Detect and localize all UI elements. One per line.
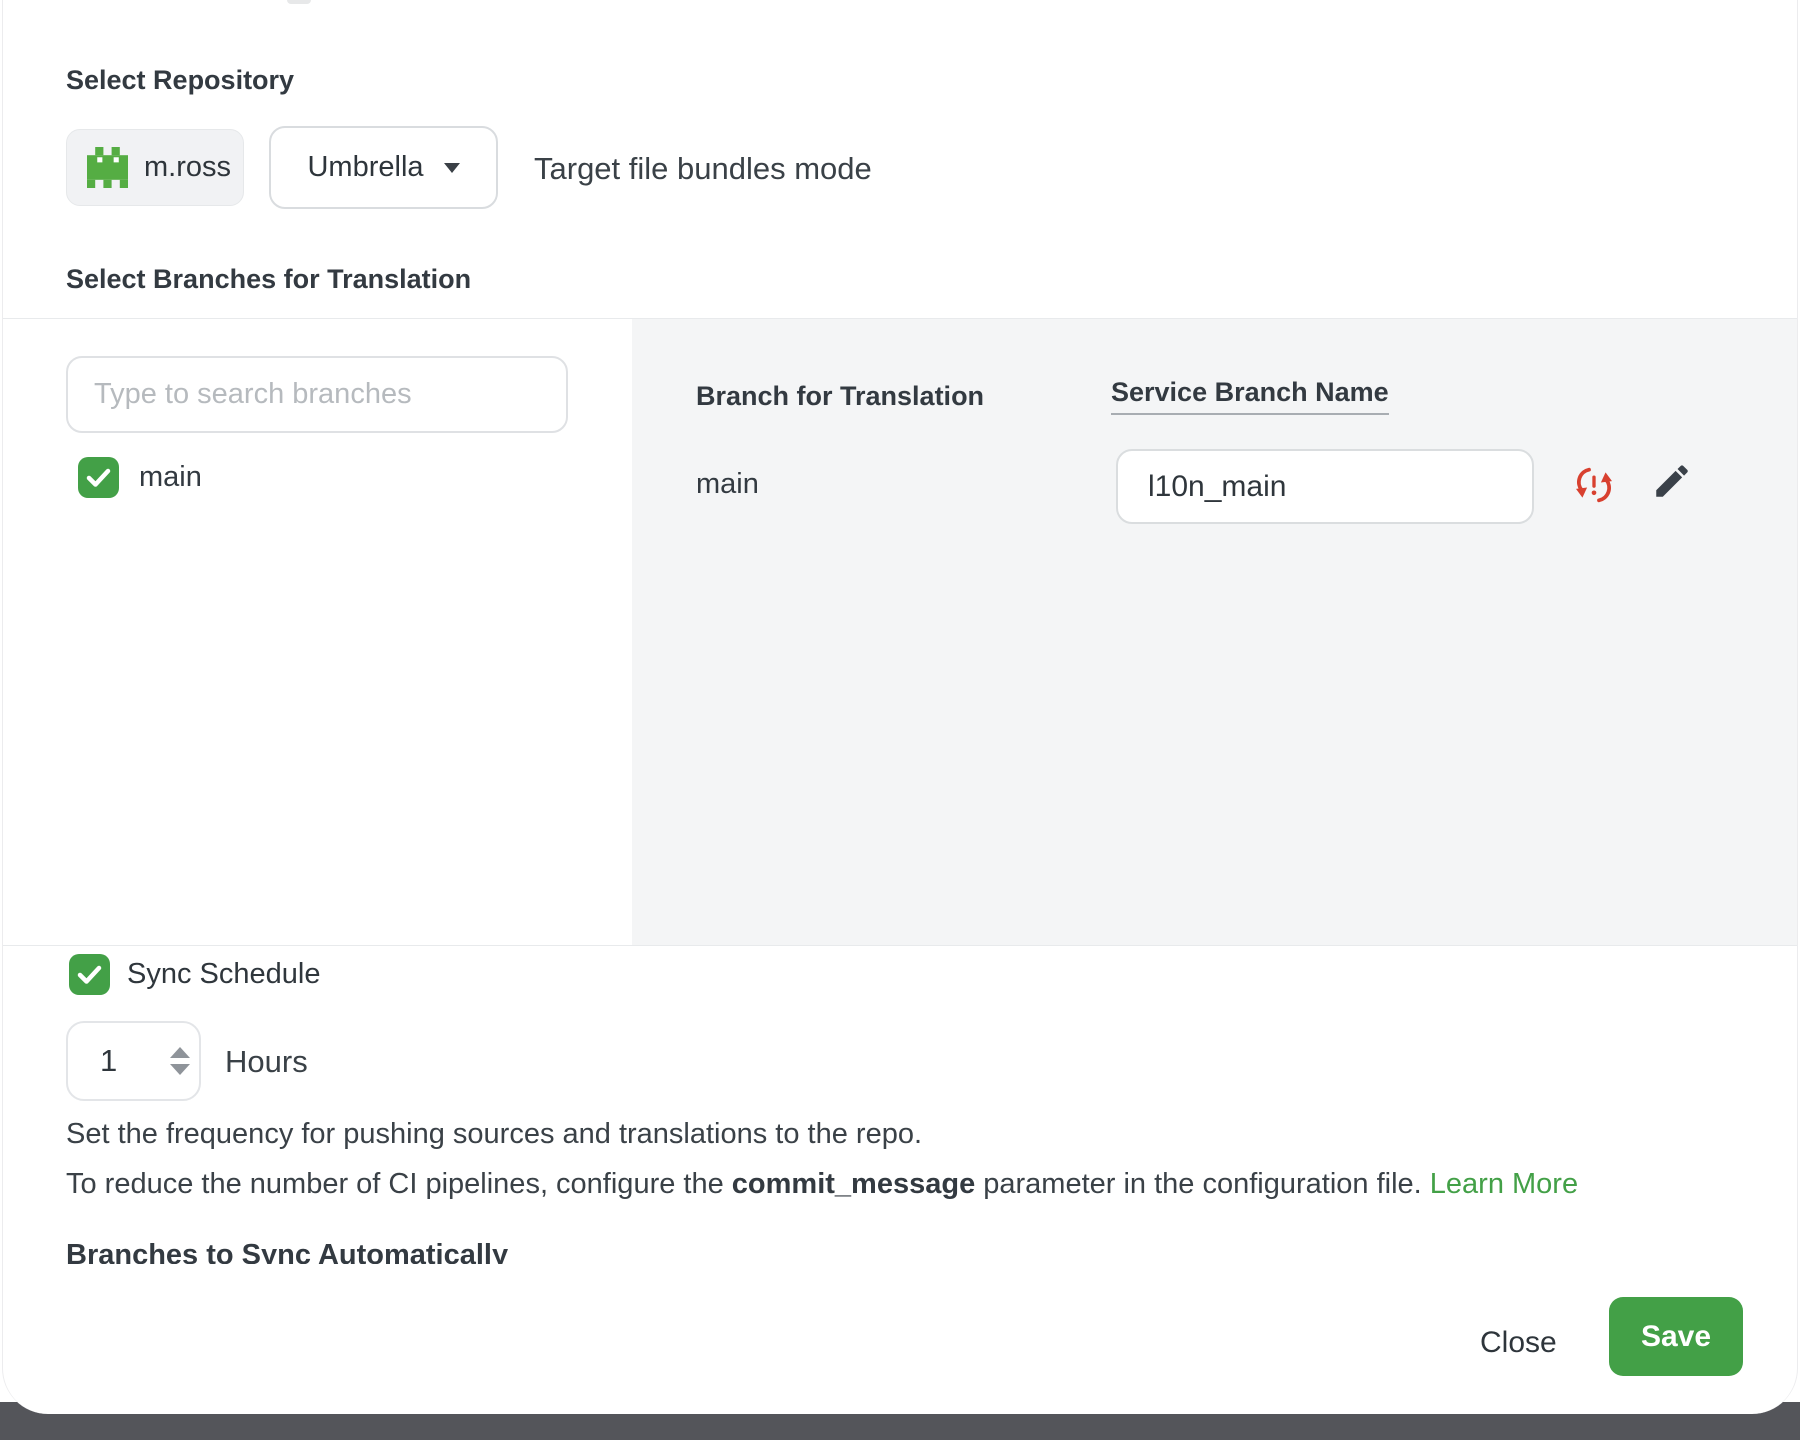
column-header-service-branch: Service Branch Name [1111,377,1389,415]
project-dropdown[interactable]: Umbrella [269,126,498,209]
sync-schedule-checkbox[interactable] [69,954,110,995]
clipped-element-fragment [287,0,311,4]
sync-schedule-label: Sync Schedule [127,958,320,991]
ci-pipelines-help-text: To reduce the number of CI pipelines, co… [66,1166,1578,1202]
stepper-arrows[interactable] [170,1047,190,1075]
stepper-down-icon[interactable] [170,1064,190,1075]
section-divider [3,945,1797,946]
help-text-suffix: parameter in the configuration file. [975,1168,1430,1200]
select-branches-label: Select Branches for Translation [66,263,471,295]
sync-frequency-help-text: Set the frequency for pushing sources an… [66,1116,922,1152]
repository-settings-modal: Select Repository m.ross Umbrella Target… [2,0,1798,1414]
close-button[interactable]: Close [1466,1318,1571,1368]
checkmark-icon [77,965,102,985]
interval-value-input[interactable] [68,1042,170,1080]
branch-search-input[interactable] [66,356,568,433]
sync-error-icon [1574,465,1614,505]
interval-unit-label: Hours [225,1043,308,1081]
target-mode-text: Target file bundles mode [534,150,872,188]
branch-list-item-label: main [139,461,202,494]
sync-schedule-row[interactable]: Sync Schedule [69,954,320,995]
chevron-down-icon [444,163,460,173]
commit-message-param: commit_message [732,1168,975,1200]
edit-service-branch-button[interactable] [1647,456,1697,506]
checkmark-icon [86,468,111,488]
sync-error-button[interactable] [1571,462,1617,508]
branch-list-item[interactable]: main [78,457,202,498]
stepper-up-icon[interactable] [170,1047,190,1058]
learn-more-link[interactable]: Learn More [1430,1168,1578,1200]
column-header-branch: Branch for Translation [696,381,984,412]
repository-identicon-icon [87,147,128,188]
branch-checkbox[interactable] [78,457,119,498]
repository-name: m.ross [144,151,231,184]
service-branch-name-input[interactable] [1116,449,1534,524]
project-dropdown-value: Umbrella [307,151,423,184]
table-row-branch-name: main [696,468,759,501]
help-text-prefix: To reduce the number of CI pipelines, co… [66,1168,732,1200]
save-button[interactable]: Save [1609,1297,1743,1376]
repository-chip[interactable]: m.ross [66,129,244,206]
branches-to-sync-label: Branches to Sync Automatically [66,1240,508,1271]
edit-pencil-icon [1651,460,1693,502]
interval-stepper [66,1021,201,1101]
select-repository-label: Select Repository [66,64,294,96]
